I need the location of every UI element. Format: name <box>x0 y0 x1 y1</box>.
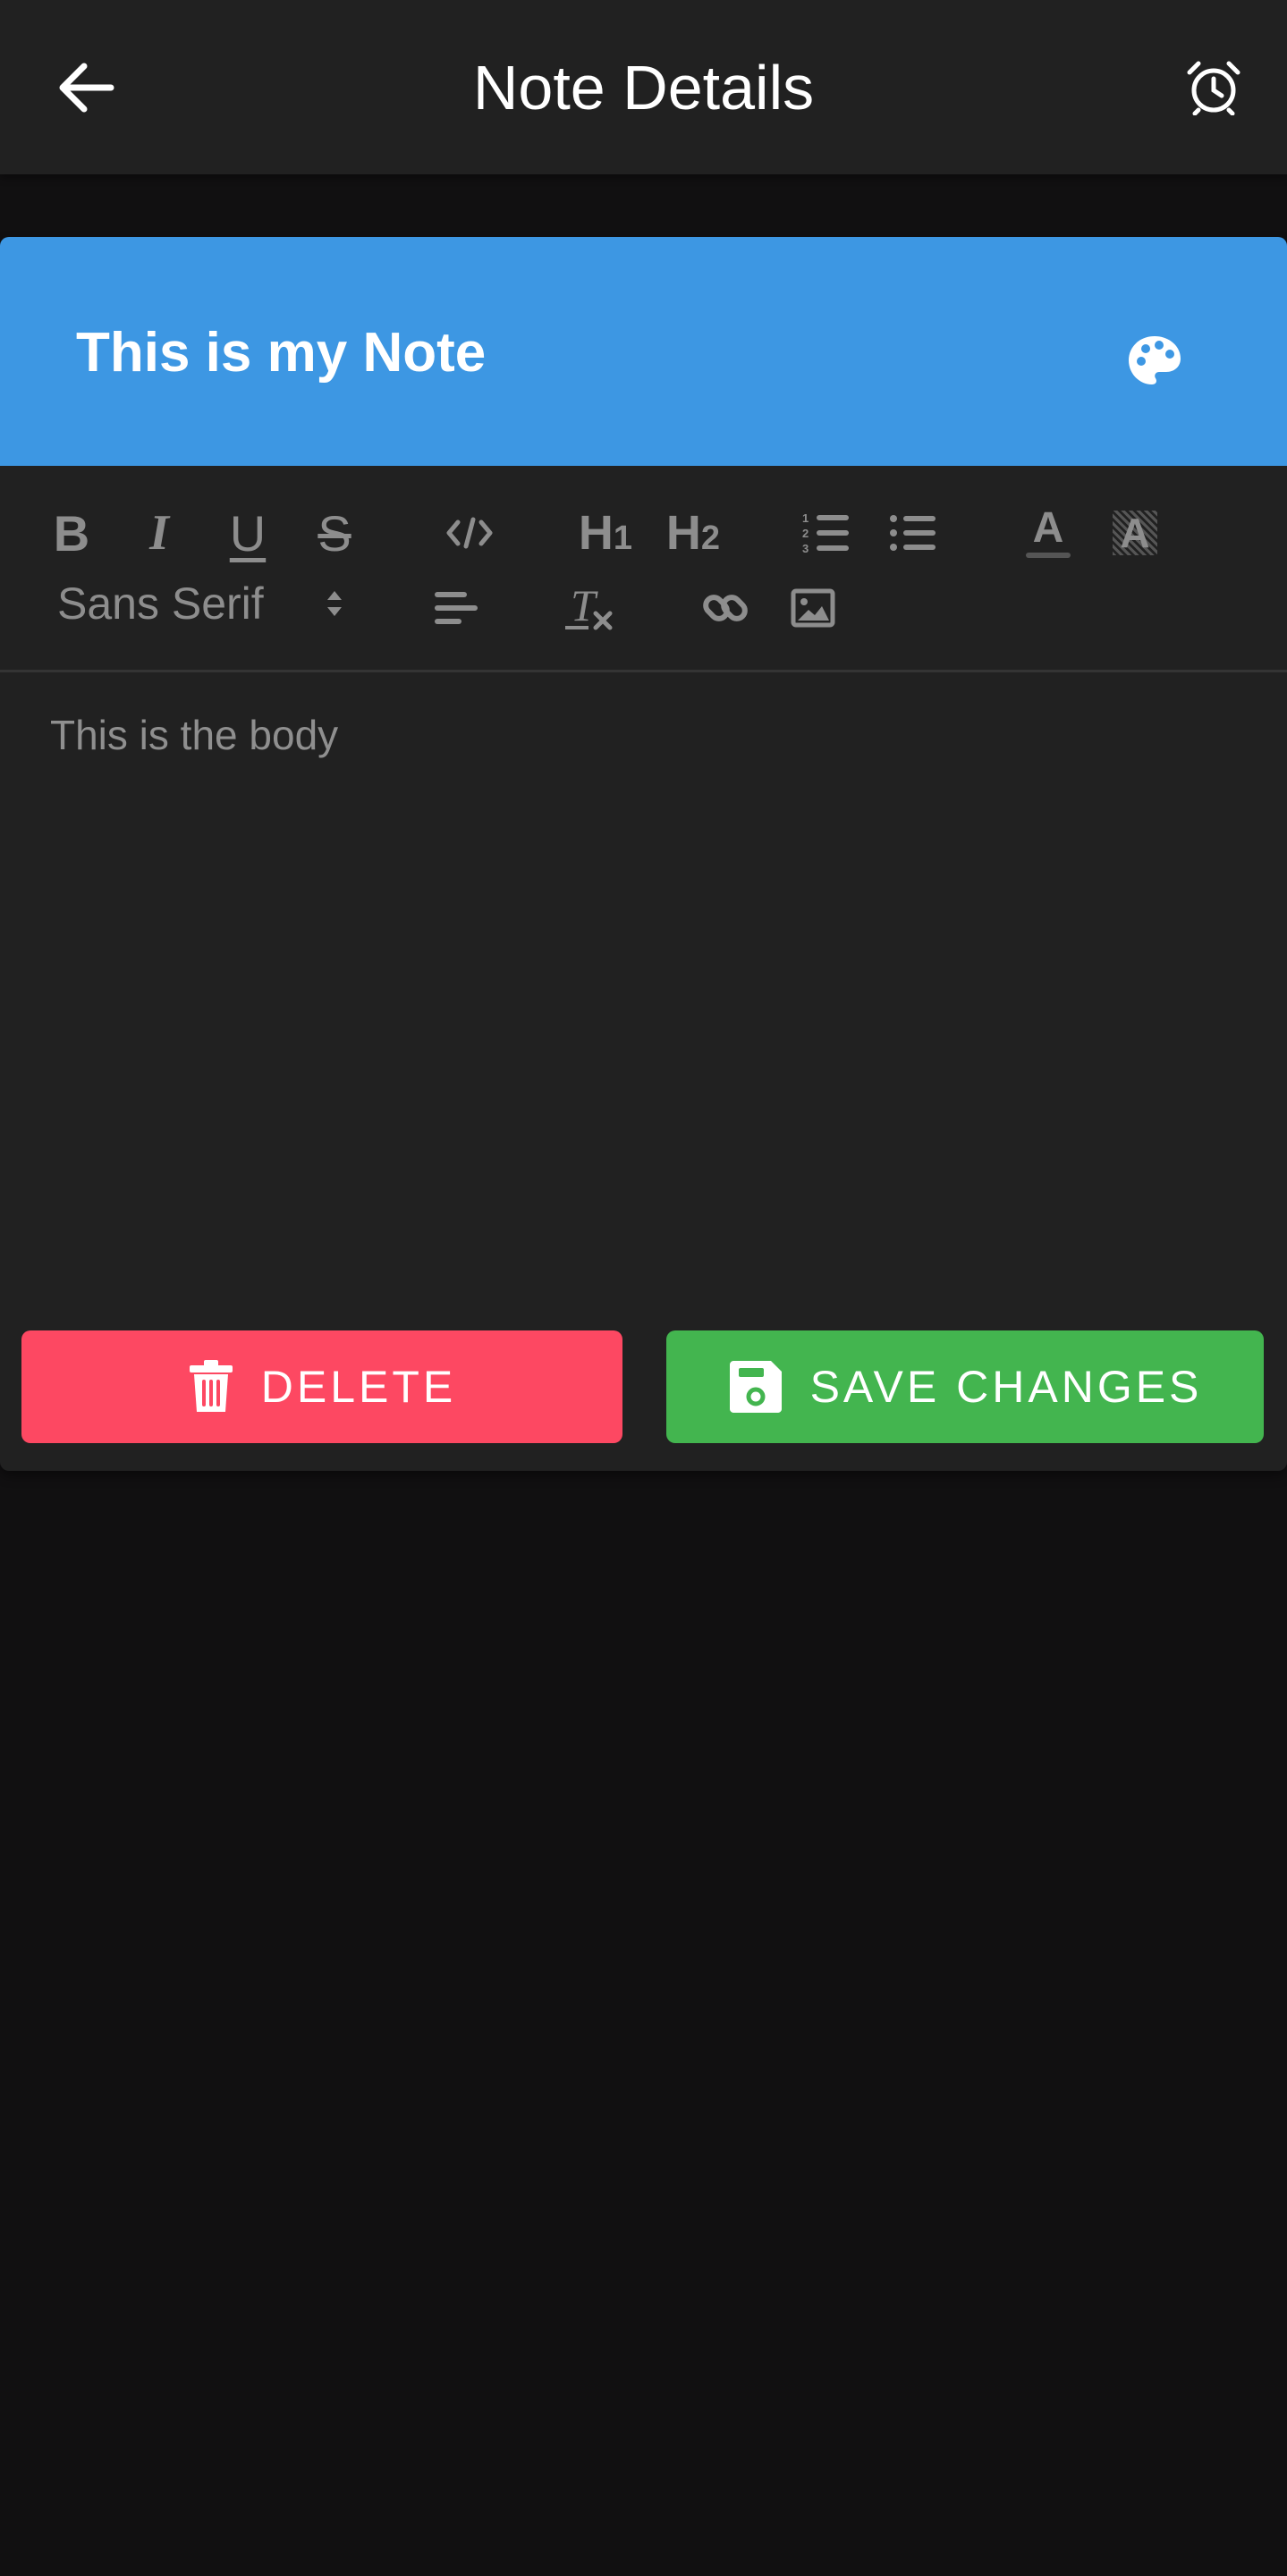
svg-text:1: 1 <box>802 511 809 525</box>
clear-formatting-icon: T <box>565 580 615 633</box>
note-header: This is my Note <box>0 237 1287 466</box>
save-changes-button[interactable]: SAVE CHANGES <box>666 1330 1264 1443</box>
note-body-text: This is the body <box>50 712 339 758</box>
heading-1-button[interactable]: H 1 <box>570 502 641 564</box>
floppy-disk-icon <box>728 1359 783 1415</box>
select-arrows-icon <box>327 591 342 616</box>
bullet-list-button[interactable] <box>882 502 944 564</box>
text-color-button[interactable]: A <box>1017 502 1080 564</box>
ordered-list-icon: 1 2 3 <box>802 511 849 555</box>
strikethrough-icon: S <box>318 504 351 562</box>
image-button[interactable] <box>782 577 844 639</box>
clear-formatting-button[interactable]: T <box>559 577 622 639</box>
svg-text:2: 2 <box>802 527 809 540</box>
underline-button[interactable]: U <box>216 502 279 564</box>
code-block-button[interactable] <box>438 502 501 564</box>
code-block-icon <box>446 517 493 549</box>
bold-icon: B <box>53 504 90 562</box>
delete-button[interactable]: DELETE <box>21 1330 622 1443</box>
heading-1-icon: H 1 <box>578 506 633 560</box>
trash-icon <box>188 1360 234 1414</box>
note-title[interactable]: This is my Note <box>76 319 486 387</box>
bullet-list-icon <box>890 515 936 551</box>
text-color-icon: A <box>1026 507 1071 558</box>
link-icon <box>703 595 748 621</box>
heading-2-button[interactable]: H 2 <box>657 502 729 564</box>
color-picker-button[interactable] <box>1119 325 1190 396</box>
strikethrough-button[interactable]: S <box>303 502 366 564</box>
bold-button[interactable]: B <box>40 502 103 564</box>
note-card: This is my Note B I U S H 1 H 2 1 2 3 A … <box>0 237 1287 1471</box>
page-title: Note Details <box>472 53 815 122</box>
align-left-icon <box>435 592 478 624</box>
image-icon <box>791 588 835 628</box>
underline-icon: U <box>229 504 267 562</box>
background-color-button[interactable]: A <box>1104 502 1166 564</box>
alarm-clock-icon <box>1187 61 1240 115</box>
ordered-list-button[interactable]: 1 2 3 <box>795 502 858 564</box>
palette-icon <box>1129 336 1181 384</box>
save-label: SAVE CHANGES <box>809 1362 1203 1412</box>
heading-2-icon: H 2 <box>665 506 721 560</box>
app-bar: Note Details <box>0 0 1287 174</box>
align-button[interactable] <box>425 577 487 639</box>
reminder-button[interactable] <box>1176 50 1251 125</box>
italic-button[interactable]: I <box>128 502 191 564</box>
delete-label: DELETE <box>260 1362 457 1412</box>
italic-icon: I <box>149 505 169 561</box>
svg-text:3: 3 <box>802 542 809 555</box>
link-button[interactable] <box>694 577 757 639</box>
font-family-select[interactable]: Sans Serif <box>54 570 358 638</box>
background-color-icon: A <box>1113 511 1157 555</box>
font-family-value: Sans Serif <box>57 579 264 629</box>
